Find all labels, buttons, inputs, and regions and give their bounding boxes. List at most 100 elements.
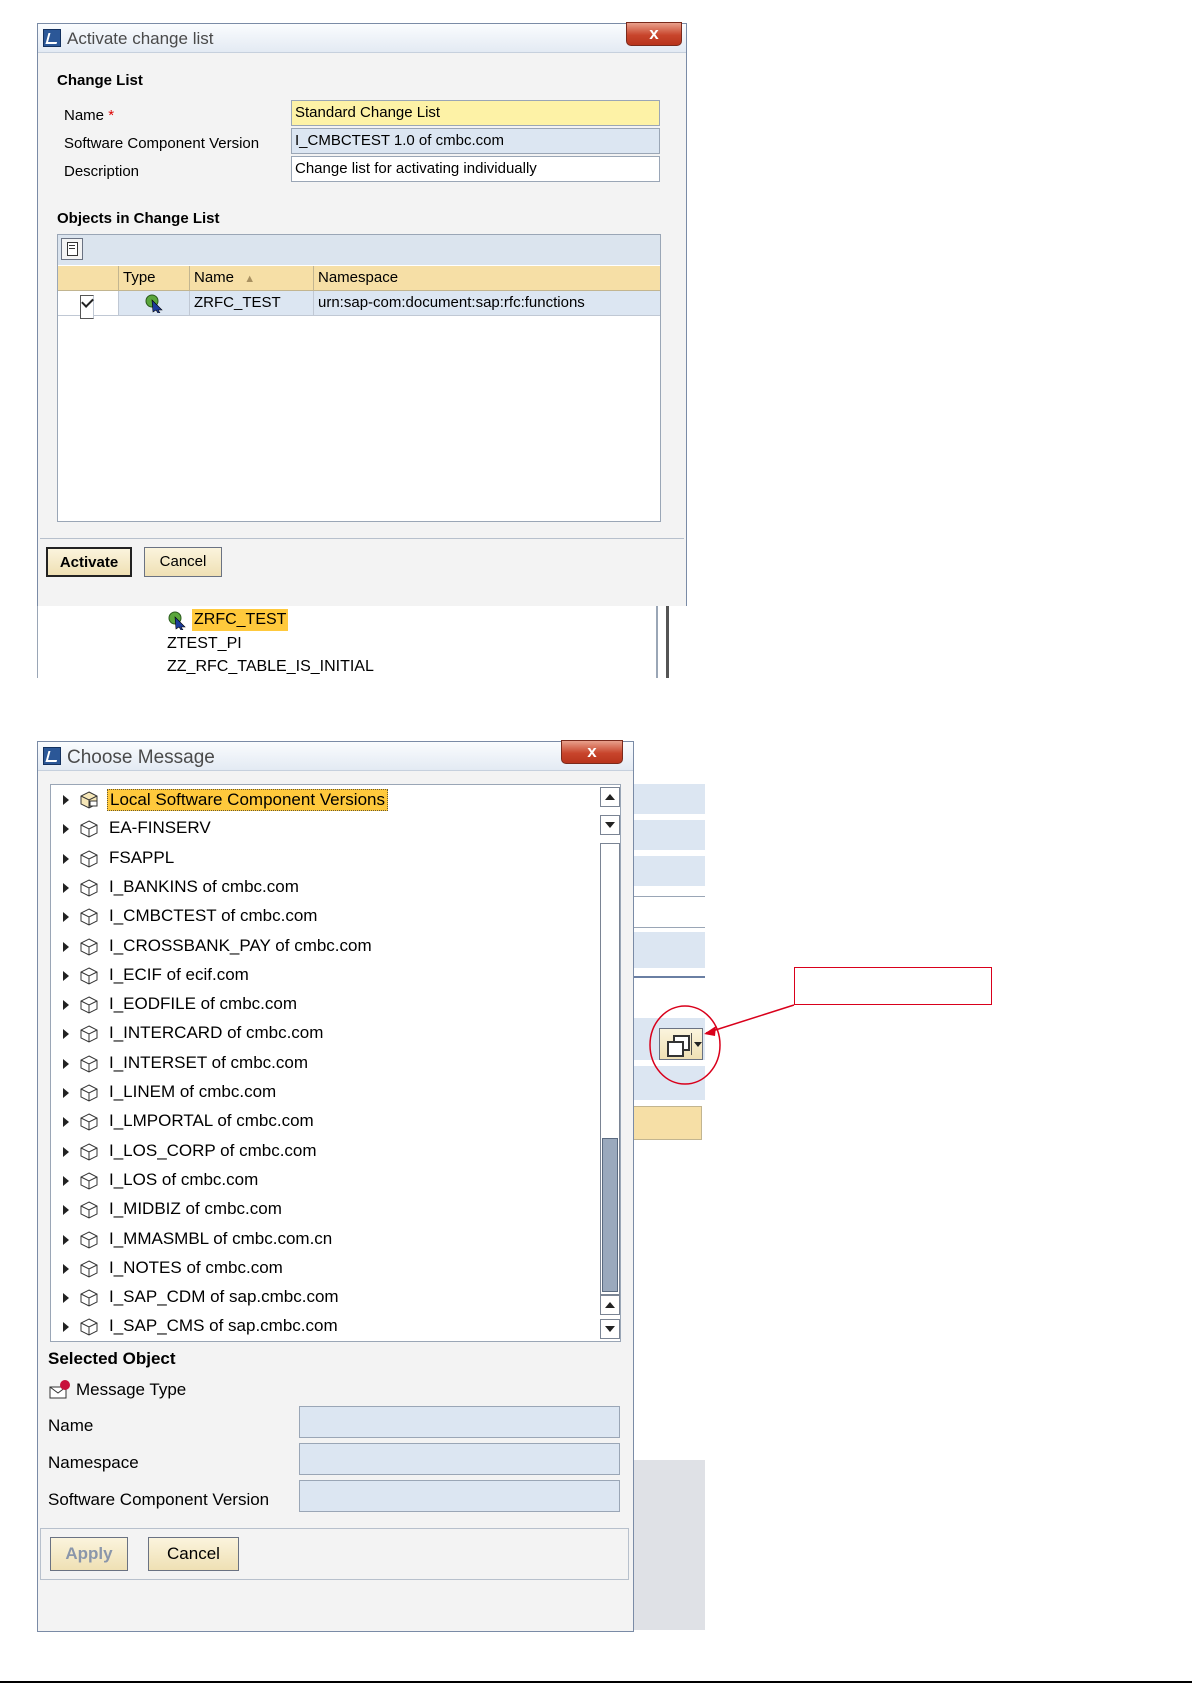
tree-item[interactable]: I_LOS of cmbc.com [51, 1167, 571, 1195]
background-scroll-edge [656, 606, 658, 678]
tree-item[interactable]: I_LOS_CORP of cmbc.com [51, 1138, 571, 1166]
tree-item[interactable]: I_EODFILE of cmbc.com [51, 991, 571, 1019]
expand-arrow-icon[interactable] [63, 853, 69, 864]
tree-item-label: I_NOTES of cmbc.com [109, 1257, 283, 1277]
tree-item[interactable]: EA-FINSERV [51, 815, 571, 843]
tree-item[interactable]: I_ECIF of ecif.com [51, 962, 571, 990]
tree-item[interactable]: I_SAP_CDM of sap.cmbc.com [51, 1284, 571, 1312]
software-component-icon [80, 908, 98, 926]
tree-item[interactable]: FSAPPL [51, 845, 571, 873]
details-icon[interactable] [61, 238, 83, 260]
expand-arrow-icon[interactable] [63, 1146, 69, 1157]
tree-item[interactable]: I_INTERSET of cmbc.com [51, 1050, 571, 1078]
scroll-page-up-button[interactable] [600, 1295, 620, 1315]
expand-arrow-icon[interactable] [63, 1322, 69, 1333]
tree-item[interactable]: I_LMPORTAL of cmbc.com [51, 1108, 571, 1136]
tree-item[interactable]: I_MIDBIZ of cmbc.com [51, 1196, 571, 1224]
tree-item[interactable]: I_MMASMBL of cmbc.com.cn [51, 1226, 571, 1254]
tree-item[interactable]: Local Software Component Versions [51, 786, 571, 814]
tree-item[interactable]: I_CROSSBANK_PAY of cmbc.com [51, 933, 571, 961]
swcv-field [299, 1480, 620, 1512]
dialog-titlebar: Choose Message x [38, 740, 633, 771]
type-column-header[interactable]: Type [119, 266, 190, 290]
expand-arrow-icon[interactable] [63, 824, 69, 835]
button-bar: Apply Cancel [40, 1528, 629, 1580]
list-item[interactable]: ZZ_RFC_TABLE_IS_INITIAL [167, 657, 374, 677]
name-label: Name [48, 1416, 94, 1435]
rfc-icon [168, 611, 186, 630]
scroll-down-button[interactable] [600, 1319, 620, 1339]
tree-item-label: I_SAP_CDM of sap.cmbc.com [109, 1287, 339, 1307]
scroll-up-button[interactable] [600, 787, 620, 807]
expand-arrow-icon[interactable] [63, 1293, 69, 1304]
change-list-heading: Change List [57, 72, 143, 89]
expand-arrow-icon[interactable] [63, 795, 69, 805]
expand-arrow-icon[interactable] [63, 1088, 69, 1098]
tree-item-label: I_INTERSET of cmbc.com [109, 1052, 309, 1072]
expand-arrow-icon[interactable] [63, 882, 69, 893]
tree-item-label: I_LOS_CORP of cmbc.com [109, 1140, 317, 1160]
software-component-icon [80, 937, 98, 956]
tree-scrollbar[interactable] [600, 787, 620, 1339]
scroll-page-down-button[interactable] [600, 815, 620, 835]
activate-button[interactable]: Activate [46, 547, 132, 577]
close-button[interactable]: x [561, 740, 623, 764]
tree-item-label: I_EODFILE of cmbc.com [109, 994, 297, 1014]
software-component-icon [80, 1025, 98, 1043]
app-logo-icon [43, 747, 61, 765]
tree-item-label: I_LOS of cmbc.com [109, 1169, 259, 1189]
apply-button[interactable]: Apply [50, 1537, 128, 1571]
expand-arrow-icon[interactable] [63, 1205, 69, 1216]
scroll-track[interactable] [600, 843, 620, 1295]
close-button[interactable]: x [626, 22, 682, 46]
namespace-column-header[interactable]: Namespace [314, 266, 660, 290]
tree-item[interactable]: I_SAP_CMS of sap.cmbc.com [51, 1313, 571, 1341]
description-input[interactable]: Change list for activating individually [291, 156, 660, 182]
expand-arrow-icon[interactable] [63, 1029, 69, 1040]
background-band [630, 932, 705, 968]
background-app-strip [630, 740, 705, 1630]
table-row[interactable]: ZRFC_TEST urn:sap-com:document:sap:rfc:f… [58, 291, 660, 319]
expand-arrow-icon[interactable] [63, 1234, 69, 1245]
software-component-icon [80, 1084, 98, 1102]
list-item[interactable]: ZRFC_TEST [192, 609, 289, 631]
tree-item[interactable]: I_BANKINS of cmbc.com [51, 874, 571, 902]
tree-item-label: I_CROSSBANK_PAY of cmbc.com [109, 935, 372, 955]
expand-arrow-icon[interactable] [63, 1058, 69, 1069]
objects-heading: Objects in Change List [57, 210, 220, 227]
list-item[interactable]: ZTEST_PI [167, 634, 242, 654]
expand-arrow-icon[interactable] [63, 941, 69, 952]
tree-item[interactable]: I_CMBCTEST of cmbc.com [51, 903, 571, 931]
expand-arrow-icon[interactable] [63, 1117, 69, 1128]
tree-item[interactable]: I_LINEM of cmbc.com [51, 1079, 571, 1107]
expand-arrow-icon[interactable] [63, 970, 69, 981]
expand-arrow-icon[interactable] [63, 1263, 69, 1274]
rfc-icon [145, 294, 163, 313]
window-mode-button[interactable] [659, 1028, 703, 1060]
tree-item[interactable]: I_INTERCARD of cmbc.com [51, 1020, 571, 1048]
row-checkbox[interactable] [80, 295, 94, 319]
chevron-down-icon[interactable] [694, 1042, 702, 1047]
expand-arrow-icon[interactable] [63, 1000, 69, 1011]
button-separator [691, 1033, 692, 1055]
namespace-cell: urn:sap-com:document:sap:rfc:functions [318, 294, 585, 311]
scroll-thumb[interactable] [602, 1138, 618, 1292]
change-list-name-input[interactable]: Standard Change List [291, 100, 660, 126]
tree-item-label: I_BANKINS of cmbc.com [109, 876, 299, 896]
background-grey-area [630, 1460, 705, 1630]
row-select-cell[interactable] [58, 291, 119, 319]
background-object-list: ZRFC_TEST ZTEST_PI ZZ_RFC_TABLE_IS_INITI… [37, 606, 688, 678]
software-component-icon [80, 1201, 98, 1219]
tree-item[interactable]: I_NOTES of cmbc.com [51, 1255, 571, 1283]
expand-arrow-icon[interactable] [63, 1175, 69, 1186]
name-field [299, 1406, 620, 1438]
expand-arrow-icon[interactable] [63, 912, 69, 923]
cancel-button[interactable]: Cancel [148, 1537, 239, 1571]
sort-ascending-icon: ▲ [244, 273, 256, 285]
select-column-header [58, 266, 119, 290]
swcv-label: Software Component Version [64, 135, 260, 152]
name-column-header[interactable]: Name ▲ [190, 266, 314, 290]
cancel-button[interactable]: Cancel [144, 547, 222, 577]
tree-item-label: I_SAP_CMS of sap.cmbc.com [109, 1316, 338, 1336]
background-toolbar-band [630, 784, 705, 814]
